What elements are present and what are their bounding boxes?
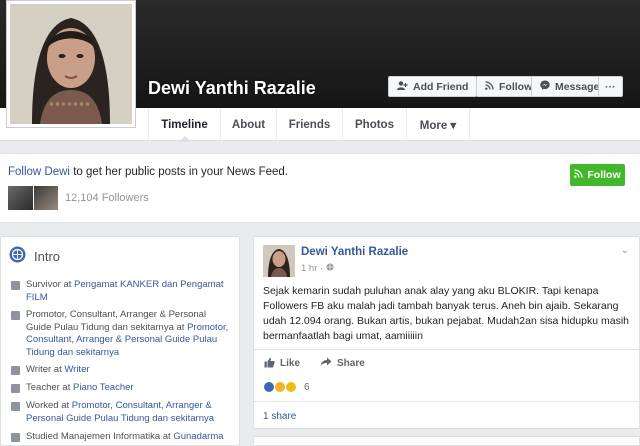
follow-green-label: Follow (587, 169, 621, 181)
tab-photos[interactable]: Photos (342, 108, 406, 141)
follow-prompt-text: Follow Dewi to get her public posts in y… (8, 166, 288, 178)
add-friend-icon (397, 80, 408, 93)
tab-timeline[interactable]: Timeline (148, 108, 220, 142)
follow-prompt-box (0, 153, 640, 223)
wow-reaction-icon (285, 381, 297, 393)
profile-picture[interactable] (6, 0, 136, 128)
next-post-edge (253, 436, 640, 446)
rss-icon (574, 169, 584, 181)
intro-item: Studied Manajemen Informatika at Gunadar… (11, 431, 231, 444)
message-button[interactable]: Message (531, 76, 609, 97)
follower-thumbnails (8, 186, 58, 210)
work-icon (11, 311, 20, 320)
tab-more[interactable]: More ▾ (406, 108, 470, 141)
thumbs-up-icon (264, 357, 275, 371)
follow-label: Follow (499, 80, 533, 93)
public-globe-icon (326, 263, 334, 274)
reactions-summary[interactable]: 6 (263, 381, 310, 393)
reaction-count: 6 (304, 381, 310, 393)
follower-avatar[interactable] (8, 186, 33, 210)
more-options-label: ··· (605, 80, 616, 93)
intro-item: Promotor, Consultant, Arranger & Persona… (11, 309, 231, 359)
work-icon (11, 366, 20, 375)
add-friend-button[interactable]: Add Friend (388, 76, 478, 97)
shares-count: 1 share (254, 401, 639, 431)
like-button[interactable]: Like (264, 357, 300, 371)
post-author-name[interactable]: Dewi Yanthi Razalie (301, 246, 408, 258)
message-label: Message (555, 80, 600, 93)
rss-icon (485, 80, 494, 93)
intro-item: Worked at Promotor, Consultant, Arranger… (11, 400, 231, 425)
share-icon (320, 357, 332, 370)
globe-icon (9, 246, 26, 266)
follower-avatar[interactable] (33, 186, 58, 210)
profile-name: Dewi Yanthi Razalie (148, 78, 316, 98)
post-text: Sejak kemarin sudah puluhan anak alay ya… (263, 285, 630, 342)
follow-dewi-link[interactable]: Follow Dewi (8, 166, 70, 178)
follow-prompt-rest: to get her public posts in your News Fee… (70, 166, 288, 178)
profile-photo-image (10, 4, 132, 124)
post-actions: Like Share (254, 349, 639, 377)
intro-item: Survivor at Pengamat KANKER dan Pengamat… (11, 279, 231, 304)
messenger-icon (540, 80, 550, 93)
add-friend-label: Add Friend (413, 80, 469, 93)
post-timestamp[interactable]: 1 hr · (301, 263, 334, 274)
follow-green-button[interactable]: Follow (570, 164, 625, 186)
work-icon (11, 384, 20, 393)
more-options-button[interactable]: ··· (598, 76, 623, 97)
education-icon (11, 433, 20, 442)
intro-card: Intro Survivor at Pengamat KANKER dan Pe… (0, 236, 240, 446)
followers-count: 12,104 Followers (65, 192, 149, 204)
intro-title: Intro (9, 246, 60, 266)
work-icon (11, 402, 20, 411)
intro-item: Writer at Writer (11, 364, 231, 377)
intro-item: Teacher at Piano Teacher (11, 382, 231, 395)
tab-about[interactable]: About (220, 108, 276, 141)
timeline-post: Dewi Yanthi Razalie 1 hr · ⌄ Sejak kemar… (253, 236, 640, 429)
tab-friends[interactable]: Friends (276, 108, 342, 141)
post-author-avatar[interactable] (263, 245, 295, 277)
work-icon (11, 281, 20, 290)
chevron-down-icon[interactable]: ⌄ (621, 245, 629, 256)
share-button[interactable]: Share (320, 357, 365, 370)
